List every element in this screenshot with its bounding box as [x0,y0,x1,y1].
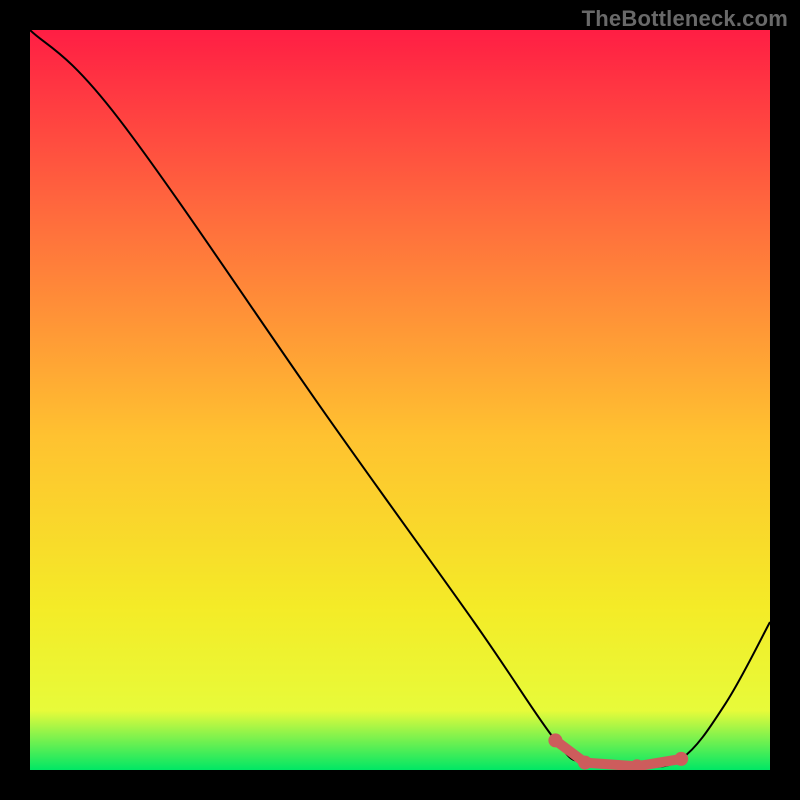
watermark-text: TheBottleneck.com [582,6,788,32]
optimal-range-dot [674,752,688,766]
plot-area [30,30,770,770]
optimal-range-dot [578,756,592,770]
chart-svg [30,30,770,770]
gradient-background [30,30,770,770]
chart-stage: TheBottleneck.com [0,0,800,800]
optimal-range-dot [548,733,562,747]
